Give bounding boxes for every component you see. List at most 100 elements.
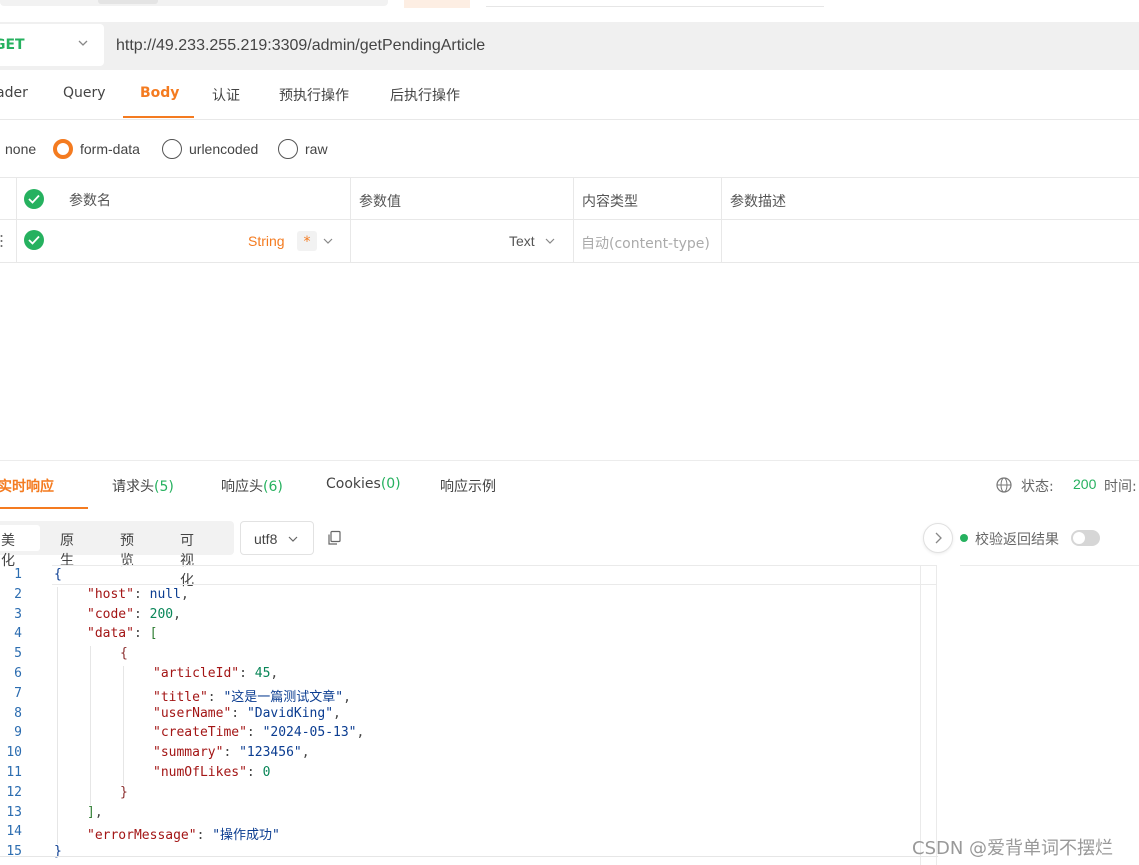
chevron-down-icon[interactable] xyxy=(544,235,556,247)
code-token: , xyxy=(94,804,103,820)
radio-urlencoded-label: urlencoded xyxy=(189,141,259,157)
tab-response-example-label: 响应示例 xyxy=(440,479,496,495)
code-line: } xyxy=(120,785,128,800)
view-raw-button[interactable]: 原生 xyxy=(60,530,74,570)
code-token: , xyxy=(301,745,310,761)
line-number: 11 xyxy=(6,765,22,780)
code-token: "操作成功" xyxy=(212,828,280,844)
tab-request-headers[interactable]: 请求头(5) xyxy=(112,476,174,496)
code-line: "createTime": "2024-05-13", xyxy=(153,725,364,740)
params-table-header: 参数名 参数值 内容类型 参数描述 xyxy=(0,178,1139,220)
param-type-select[interactable]: String xyxy=(248,233,285,249)
value-type-select[interactable]: Text xyxy=(509,233,535,249)
url-input[interactable]: http://49.233.255.219:3309/admin/getPend… xyxy=(116,37,485,55)
active-tab-indicator xyxy=(0,507,88,509)
top-divider xyxy=(486,6,824,7)
line-number: 5 xyxy=(14,646,22,662)
header-param-name: 参数名 xyxy=(69,193,111,209)
time-label: 时间: xyxy=(1104,479,1137,495)
radio-form-data[interactable]: form-data xyxy=(53,138,140,160)
top-tab-strip xyxy=(0,0,388,6)
tab-auth[interactable]: 认证 xyxy=(212,85,240,105)
validate-toggle[interactable] xyxy=(1071,530,1100,546)
code-token: "2024-05-13" xyxy=(262,725,357,741)
code-token: : xyxy=(133,626,150,642)
right-panel-divider xyxy=(960,565,1139,566)
radio-form-data-label: form-data xyxy=(80,141,140,157)
response-code-editor[interactable]: 1 2 3 4 5 6 7 8 9 10 11 12 13 14 15{"host": null, "code… xyxy=(0,565,938,865)
active-tab-indicator xyxy=(123,116,194,118)
tab-count: (0) xyxy=(380,476,401,492)
tab-post-request[interactable]: 后执行操作 xyxy=(390,85,460,105)
code-line: "articleId": 45, xyxy=(153,666,278,681)
radio-none-label: none xyxy=(5,141,37,157)
params-table: 参数名 参数值 内容类型 参数描述 String * Text 自动(conte… xyxy=(0,178,1139,263)
header-content-type: 内容类型 xyxy=(582,194,638,210)
row-enabled-checkbox[interactable] xyxy=(24,230,44,250)
code-line: "code": 200, xyxy=(87,607,181,622)
code-token: ] xyxy=(87,804,95,820)
code-token: "errorMessage" xyxy=(87,828,197,844)
tab-header[interactable]: ader xyxy=(0,85,28,101)
tab-live-response[interactable]: 实时响应 xyxy=(0,476,54,496)
tab-pre-request[interactable]: 预执行操作 xyxy=(279,85,349,105)
code-token: "userName" xyxy=(153,705,232,721)
view-pretty-button[interactable]: 美化 xyxy=(1,530,15,570)
code-token: , xyxy=(356,725,365,741)
code-token: { xyxy=(120,646,128,662)
radio-raw-label: raw xyxy=(305,141,328,157)
check-all-checkbox[interactable] xyxy=(24,189,44,209)
current-line-highlight xyxy=(52,565,937,585)
required-toggle[interactable]: * xyxy=(297,231,317,251)
radio-none[interactable]: none xyxy=(5,138,36,160)
line-number: 14 xyxy=(6,824,22,840)
code-token: "DavidKing" xyxy=(246,705,334,721)
line-number: 3 xyxy=(14,606,22,622)
tab-cookies-label: Cookies xyxy=(326,476,381,492)
globe-icon[interactable] xyxy=(996,477,1012,493)
tab-response-headers[interactable]: 响应头(6) xyxy=(221,476,283,496)
tab-query[interactable]: Query xyxy=(63,85,106,101)
code-token: : xyxy=(207,689,224,705)
code-token: : xyxy=(133,586,150,602)
code-token: "这是一篇测试文章" xyxy=(223,689,344,705)
tab-response-example[interactable]: 响应示例 xyxy=(440,476,496,496)
chevron-right-icon xyxy=(935,532,942,544)
tab-body[interactable]: Body xyxy=(140,85,179,101)
code-token: 200 xyxy=(149,606,174,622)
drag-handle-icon[interactable] xyxy=(0,234,3,248)
line-number: 9 xyxy=(14,725,22,741)
check-icon xyxy=(28,235,40,245)
radio-urlencoded[interactable]: urlencoded xyxy=(162,138,258,160)
method-select[interactable]: GET xyxy=(0,24,104,66)
url-bar: GET http://49.233.255.219:3309/admin/get… xyxy=(0,22,1139,70)
tab-response-headers-label: 响应头 xyxy=(221,479,263,495)
tab-cookies[interactable]: Cookies(0) xyxy=(326,476,401,492)
tab-request-headers-label: 请求头 xyxy=(112,479,154,495)
code-line: "summary": "123456", xyxy=(153,745,310,760)
check-icon xyxy=(28,194,40,204)
code-token: [ xyxy=(149,626,158,642)
radio-unchecked-icon xyxy=(278,139,298,159)
collapse-panel-button[interactable] xyxy=(923,523,953,553)
encoding-select[interactable]: utf8 xyxy=(240,521,314,555)
line-number: 8 xyxy=(14,705,22,721)
chevron-down-icon[interactable] xyxy=(322,235,334,247)
code-token: : xyxy=(196,828,213,844)
copy-icon[interactable] xyxy=(326,530,342,546)
code-token: 45 xyxy=(254,666,271,681)
content-type-input[interactable]: 自动(content-type) xyxy=(581,233,710,253)
chevron-down-icon xyxy=(78,40,88,46)
code-token: "123456" xyxy=(239,745,302,761)
status-code: 200 xyxy=(1073,476,1097,492)
code-token: "data" xyxy=(87,626,134,642)
code-token: , xyxy=(343,689,351,705)
radio-raw[interactable]: raw xyxy=(278,138,328,160)
validate-status-dot xyxy=(960,534,968,542)
header-param-desc: 参数描述 xyxy=(730,194,786,210)
code-line: "data": [ xyxy=(87,626,157,641)
tab-count: (5) xyxy=(154,479,174,495)
view-preview-button[interactable]: 预览 xyxy=(120,530,134,570)
chevron-down-icon xyxy=(288,536,298,542)
code-token: : xyxy=(223,745,240,761)
